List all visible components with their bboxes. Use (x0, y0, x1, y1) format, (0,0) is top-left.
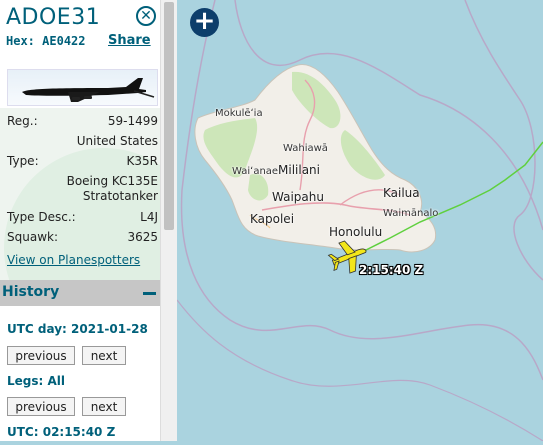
aircraft-photo-image (22, 78, 155, 102)
map-label-wahiawa: Wahiawā (283, 143, 328, 154)
hex-label: Hex: (6, 34, 35, 48)
legs-label: Legs: All (7, 374, 66, 388)
next-leg-button[interactable]: next (82, 397, 126, 416)
map-label-waipahu: Waipahu (272, 190, 324, 204)
type-desc-value: L4J (140, 210, 158, 224)
callsign-title: ADOE31 (6, 5, 101, 30)
share-link[interactable]: Share (108, 33, 151, 48)
map-view[interactable] (176, 0, 543, 442)
zoom-in-button[interactable]: + (190, 8, 219, 37)
aircraft-photo[interactable] (7, 69, 158, 106)
collapse-icon[interactable] (143, 292, 156, 295)
previous-leg-button[interactable]: previous (7, 397, 75, 416)
previous-day-button[interactable]: previous (7, 346, 75, 365)
history-header[interactable]: History (0, 280, 160, 306)
aircraft-time-label: 2:15:40 Z (359, 263, 424, 277)
utc-time-label: UTC: 02:15:40 Z (7, 425, 116, 439)
map-label-mililani: Mililani (278, 163, 320, 177)
utc-day-label: UTC day: 2021-01-28 (7, 322, 148, 336)
reg-label: Reg.: (7, 114, 38, 128)
history-title: History (2, 284, 60, 300)
reg-value: 59-1499 (107, 114, 158, 128)
close-icon[interactable]: ✕ (136, 6, 156, 26)
map-label-mokuleia: Mokulēʻia (215, 108, 263, 119)
country-value: United States (76, 134, 158, 148)
hex-value: AE0422 (42, 34, 86, 48)
model-line2: Stratotanker (82, 189, 158, 203)
map-label-kapolei: Kapolei (250, 212, 295, 226)
model-line1: Boeing KC135E (66, 174, 158, 188)
map-label-waimanalo: Waimānalo (383, 208, 439, 219)
map-canvas (176, 0, 543, 442)
map-label-waianae: Waiʻanae (232, 166, 279, 177)
next-day-button[interactable]: next (82, 346, 126, 365)
squawk-value: 3625 (127, 230, 158, 244)
map-label-honolulu: Honolulu (329, 225, 383, 239)
sidebar-scrollbar[interactable] (160, 0, 177, 441)
map-label-kailua: Kailua (383, 186, 420, 200)
type-label: Type: (7, 154, 39, 168)
aircraft-info-panel: ADOE31 ✕ Hex: AE0422 Share Reg.: 59-1499… (0, 0, 160, 441)
scrollbar-thumb[interactable] (164, 2, 174, 230)
hex-row: Hex: AE0422 (6, 34, 86, 48)
planespotters-link[interactable]: View on Planespotters (7, 253, 140, 267)
type-value: K35R (126, 154, 158, 168)
